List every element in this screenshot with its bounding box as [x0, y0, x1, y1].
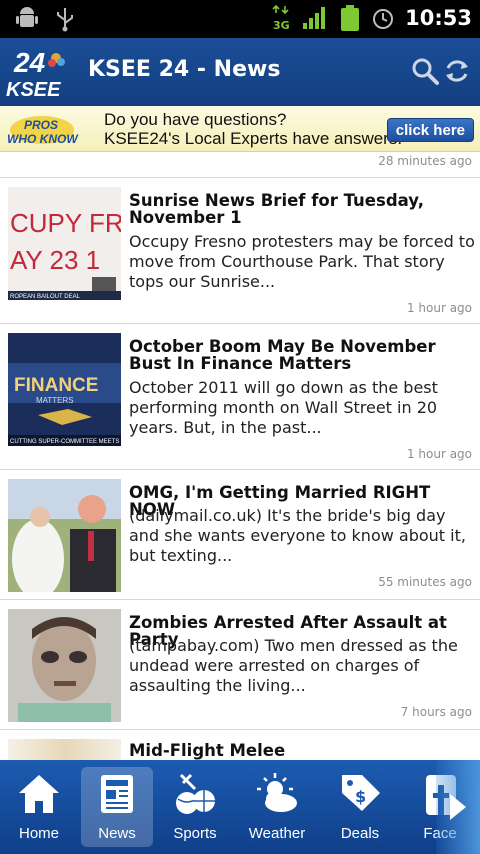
pros-who-know-logo: PROS WHO KNOW [7, 116, 79, 146]
news-thumbnail [8, 479, 121, 592]
svg-text:MATTERS: MATTERS [36, 396, 74, 405]
usb-icon [57, 8, 73, 32]
tab-label: Home [18, 825, 59, 842]
home-icon [19, 775, 59, 813]
chevron-right-icon [450, 794, 466, 820]
ad-line-2: KSEE24's Local Experts have answers. [104, 129, 403, 148]
android-debug-icon [16, 7, 38, 27]
news-thumbnail [8, 609, 121, 722]
tab-home[interactable]: Home [3, 767, 75, 847]
news-item[interactable]: OMG, I'm Getting Married RIGHT NOW (dail… [0, 470, 480, 600]
battery-icon [341, 5, 360, 31]
svg-text:24: 24 [13, 47, 46, 78]
tab-label: News [98, 825, 136, 842]
tab-label: Deals [340, 825, 380, 842]
news-summary: (dailymail.co.uk) It's the bride's big d… [129, 506, 466, 565]
ad-banner[interactable]: PROS WHO KNOW Do you have questions? KSE… [0, 106, 480, 152]
news-headline: October Boom May Be November Bust In Fin… [129, 337, 436, 373]
news-timestamp: 55 minutes ago [378, 575, 472, 589]
news-item[interactable]: CUPY FR AY 23 1 ROPEAN BAILOUT DEAL Sunr… [0, 178, 480, 324]
alarm-icon [373, 9, 394, 29]
tab-deals[interactable]: $ Deals [324, 767, 396, 847]
news-headline: Mid-Flight Melee [129, 741, 286, 760]
tab-label: Sports [173, 825, 217, 842]
tab-weather[interactable]: Weather [241, 767, 313, 847]
svg-text:AY 23 1: AY 23 1 [10, 245, 100, 275]
app-header: 24 KSEE KSEE 24 - News [0, 38, 480, 106]
ad-line-1: Do you have questions? [104, 110, 287, 129]
signal-icon [303, 7, 326, 29]
svg-text:$: $ [355, 787, 366, 806]
svg-text:3G: 3G [273, 19, 290, 32]
clock: 10:53 [405, 6, 472, 30]
tab-sports[interactable]: Sports [159, 767, 231, 847]
news-item[interactable]: Zombies Arrested After Assault at Party … [0, 600, 480, 730]
sports-icon [176, 773, 215, 814]
news-item[interactable]: Mid-Flight Melee [0, 730, 480, 760]
news-item[interactable]: FINANCE MATTERS CUTTING SUPER-COMMITTEE … [0, 324, 480, 470]
bottom-tab-bar: Home News Sports Weather $ Deals [0, 760, 480, 854]
svg-text:WHO KNOW: WHO KNOW [7, 132, 79, 146]
svg-text:CUPY FR: CUPY FR [10, 208, 121, 238]
status-bar: 3G 10:53 [0, 0, 480, 38]
svg-text:PROS: PROS [24, 118, 58, 132]
page-title: KSEE 24 - News [88, 57, 281, 82]
previous-item-timestamp: 28 minutes ago [378, 154, 472, 168]
news-summary: October 2011 will go down as the best pe… [129, 378, 438, 437]
click-here-button[interactable]: click here [386, 118, 474, 142]
tab-label: Weather [248, 825, 306, 842]
refresh-icon[interactable] [442, 56, 472, 86]
news-thumbnail: CUPY FR AY 23 1 ROPEAN BAILOUT DEAL [8, 187, 121, 300]
news-summary: (tampabay.com) Two men dressed as the un… [129, 636, 458, 695]
news-thumbnail: FINANCE MATTERS CUTTING SUPER-COMMITTEE … [8, 333, 121, 446]
svg-text:ROPEAN BAILOUT DEAL: ROPEAN BAILOUT DEAL [10, 294, 81, 300]
more-tabs-button[interactable] [436, 760, 480, 854]
svg-text:CUTTING SUPER-COMMITTEE MEETS: CUTTING SUPER-COMMITTEE MEETS [10, 439, 119, 445]
ksee-logo: 24 KSEE [6, 47, 65, 100]
search-icon[interactable] [410, 56, 440, 86]
ad-text: Do you have questions? KSEE24's Local Ex… [104, 110, 402, 148]
news-thumbnail [8, 739, 121, 760]
news-icon [101, 775, 133, 813]
news-list[interactable]: 28 minutes ago CUPY FR AY 23 1 ROPEAN BA… [0, 152, 480, 760]
news-timestamp: 1 hour ago [406, 301, 472, 315]
news-summary: Occupy Fresno protesters may be forced t… [129, 232, 475, 291]
svg-text:FINANCE: FINANCE [14, 375, 98, 396]
tab-news[interactable]: News [81, 767, 153, 847]
news-timestamp: 7 hours ago [400, 705, 472, 719]
deals-icon: $ [342, 775, 380, 811]
news-headline: Sunrise News Brief for Tuesday, November… [129, 191, 424, 227]
news-timestamp: 1 hour ago [406, 447, 472, 461]
weather-icon [257, 773, 297, 812]
network-3g-icon: 3G [272, 4, 290, 32]
svg-text:KSEE: KSEE [6, 79, 61, 100]
